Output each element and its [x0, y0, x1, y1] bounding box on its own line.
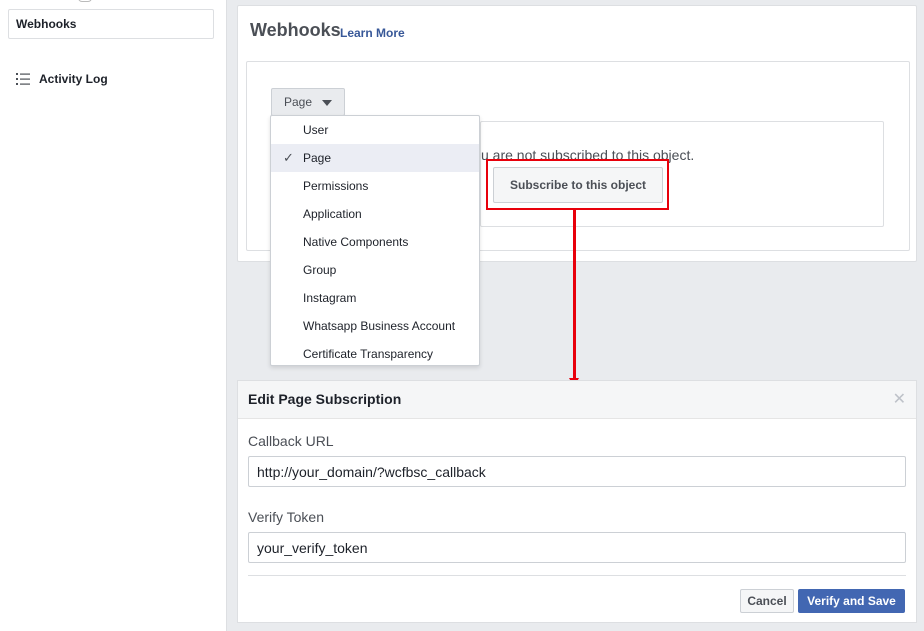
caret-down-icon — [322, 100, 332, 106]
divider — [248, 575, 906, 576]
dropdown-option-page[interactable]: ✓ Page — [271, 144, 479, 172]
cancel-button[interactable]: Cancel — [740, 589, 794, 613]
page-title: Webhooks — [250, 20, 341, 40]
object-select[interactable]: Page — [271, 88, 345, 116]
highlight-rectangle — [486, 159, 669, 210]
sidebar-item-label: Activity Log — [39, 72, 108, 86]
verify-token-input[interactable] — [248, 532, 906, 563]
dialog-title: Edit Page Subscription — [248, 391, 402, 407]
dropdown-option-native-components[interactable]: Native Components — [271, 228, 479, 256]
dropdown-option-whatsapp-business-account[interactable]: Whatsapp Business Account — [271, 312, 479, 340]
dropdown-option-certificate-transparency[interactable]: Certificate Transparency — [271, 340, 479, 368]
close-icon[interactable]: ✕ — [893, 389, 906, 409]
list-icon — [15, 72, 31, 86]
dialog-header: Edit Page Subscription ✕ — [238, 381, 916, 419]
sidebar: Webhooks Activity Log — [0, 0, 227, 631]
object-dropdown-menu: User ✓ Page Permissions Application Nati… — [270, 115, 480, 366]
dropdown-option-group[interactable]: Group — [271, 256, 479, 284]
callback-url-input[interactable] — [248, 456, 906, 487]
checkmark-icon: ✓ — [283, 150, 294, 165]
dropdown-option-user[interactable]: User — [271, 116, 479, 144]
callback-url-label: Callback URL — [248, 433, 334, 449]
dropdown-option-application[interactable]: Application — [271, 200, 479, 228]
verify-and-save-button[interactable]: Verify and Save — [798, 589, 905, 613]
dropdown-option-permissions[interactable]: Permissions — [271, 172, 479, 200]
sidebar-cutoff-icon — [78, 0, 92, 2]
dropdown-option-label: Page — [303, 151, 332, 165]
verify-token-label: Verify Token — [248, 509, 325, 525]
learn-more-link[interactable]: Learn More — [340, 26, 405, 40]
object-select-value: Page — [284, 95, 313, 109]
sidebar-item-activity-log[interactable]: Activity Log — [15, 70, 108, 88]
dropdown-option-instagram[interactable]: Instagram — [271, 284, 479, 312]
annotation-arrow-line — [573, 210, 576, 378]
edit-subscription-dialog: Edit Page Subscription ✕ Callback URL Ve… — [237, 380, 917, 623]
sidebar-item-webhooks[interactable]: Webhooks — [8, 9, 214, 39]
